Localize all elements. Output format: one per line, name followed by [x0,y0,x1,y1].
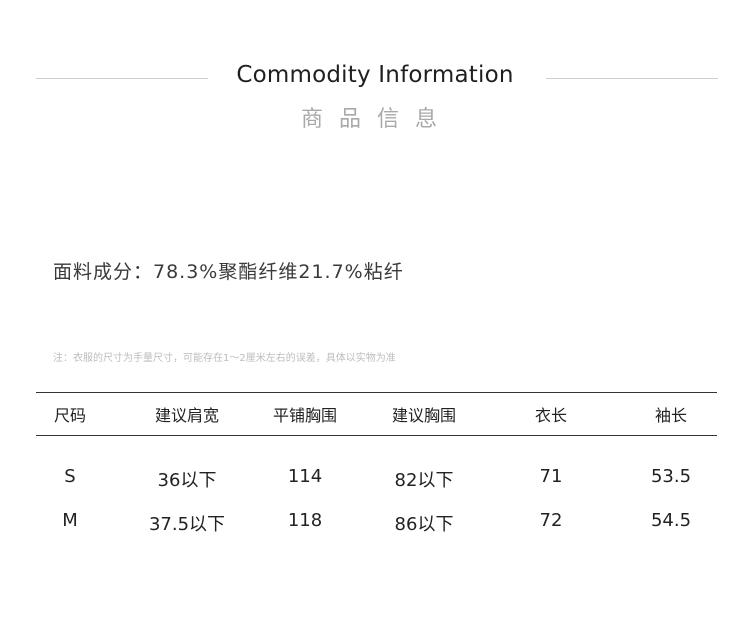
column-header-shoulder: 建议肩宽 [154,406,219,425]
title-chinese: 商品信息 [300,107,453,132]
measurement-note: 注：衣服的尺寸为手量尺寸，可能存在1～2厘米左右的误差，具体以实物为准 [53,353,396,364]
table-cell: M [62,510,78,531]
title-english: Commodity Information [236,62,514,88]
table-top-border [36,392,717,393]
column-header-chest: 建议胸围 [391,406,456,425]
table-cell: 72 [539,510,563,531]
column-header-size: 尺码 [53,406,86,425]
column-header-length: 衣长 [534,406,567,425]
table-cell: 114 [287,466,323,487]
table-cell: 118 [287,510,323,531]
table-cell: S [64,466,76,487]
table-cell: 86以下 [394,514,454,535]
column-header-flat-chest: 平铺胸围 [272,406,337,425]
table-cell: 37.5以下 [148,514,226,535]
fabric-composition: 面料成分：78.3%聚酯纤维21.7%粘纤 [53,261,404,283]
table-cell: 36以下 [157,470,217,491]
table-cell: 53.5 [650,466,692,487]
table-cell: 82以下 [394,470,454,491]
table-header-border [36,435,717,436]
table-cell: 71 [539,466,563,487]
column-header-sleeve: 袖长 [654,406,687,425]
table-cell: 54.5 [650,510,692,531]
